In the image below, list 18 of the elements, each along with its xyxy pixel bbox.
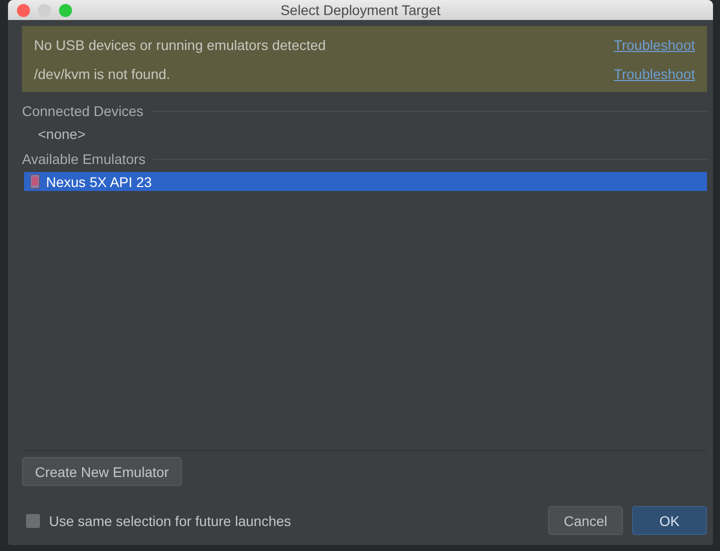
empty-list-text: <none> [37, 125, 86, 144]
cancel-button[interactable]: Cancel [548, 506, 623, 535]
checkbox-label: Use same selection for future launches [49, 512, 292, 528]
zoom-button[interactable] [59, 4, 72, 16]
emulator-item[interactable]: Nexus 5X API 23 [24, 172, 707, 191]
window-title: Select Deployment Target [280, 2, 441, 18]
warning-message: /dev/kvm is not found. [34, 66, 170, 82]
minimize-button[interactable] [38, 4, 51, 16]
section-header: Available Emulators [22, 151, 146, 167]
section-header: Connected Devices [22, 103, 144, 119]
troubleshoot-link[interactable]: Troubleshoot [614, 66, 695, 82]
phone-icon [30, 174, 40, 189]
close-button[interactable] [17, 4, 30, 16]
ok-button[interactable]: OK [632, 506, 707, 535]
checkbox[interactable] [26, 514, 40, 528]
troubleshoot-link[interactable]: Troubleshoot [614, 36, 695, 52]
create-emulator-button[interactable]: Create New Emulator [22, 457, 182, 486]
warning-message: No USB devices or running emulators detected [34, 36, 326, 52]
